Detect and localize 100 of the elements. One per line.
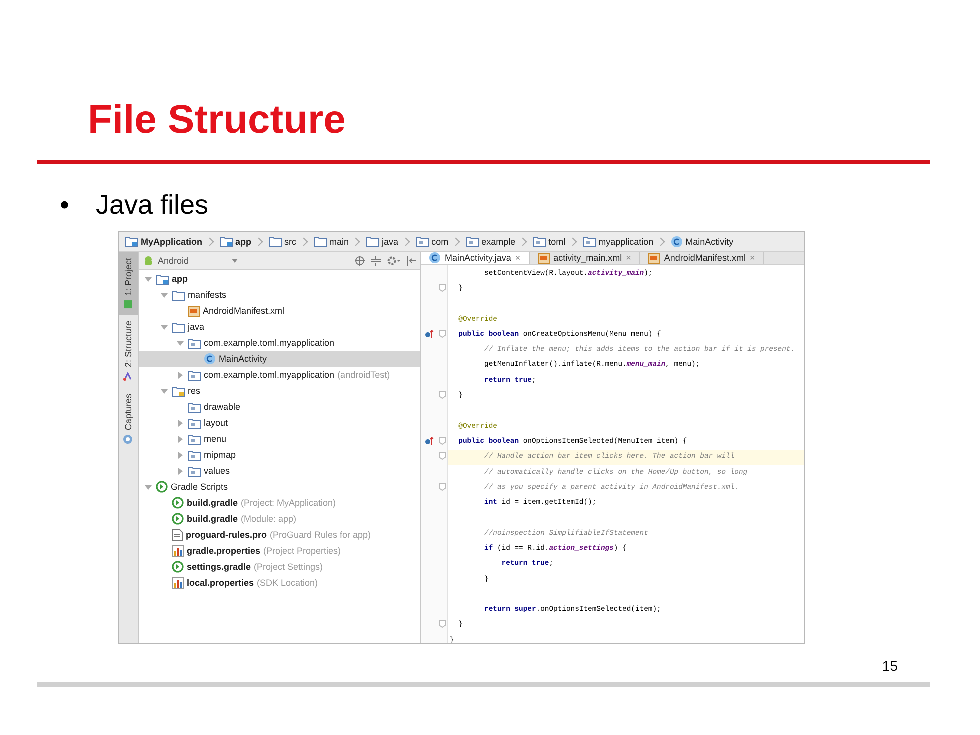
tree-item[interactable]: AndroidManifest.xml	[139, 303, 420, 319]
tree-item-label: MainActivity	[219, 354, 268, 364]
xml-file-icon	[648, 252, 660, 264]
tree-item-label: proguard-rules.pro	[186, 530, 268, 540]
package-folder-icon	[466, 236, 479, 247]
collapsed-arrow-icon[interactable]	[176, 468, 184, 474]
fold-marker-icon[interactable]	[439, 482, 446, 491]
bullet-text: Java files	[96, 189, 209, 222]
properties-file-icon	[172, 577, 184, 589]
breadcrumb[interactable]: main	[312, 236, 350, 247]
tree-item-label: build.gradle	[187, 498, 238, 508]
expanded-arrow-icon[interactable]	[160, 324, 168, 330]
caret-icon	[232, 258, 238, 262]
override-marker-icon[interactable]	[425, 436, 434, 445]
expanded-arrow-icon[interactable]	[144, 484, 152, 490]
tree-item-hint: (Project Properties)	[264, 546, 342, 556]
fold-marker-icon[interactable]	[439, 620, 446, 628]
package-folder-icon	[532, 236, 546, 247]
module-folder-icon	[220, 236, 233, 247]
tree-item[interactable]: menu	[139, 431, 420, 447]
android-icon	[143, 255, 154, 266]
package-folder-icon	[188, 450, 201, 460]
tree-item[interactable]: app	[139, 271, 420, 287]
collapsed-arrow-icon[interactable]	[176, 452, 184, 458]
tree-item[interactable]: build.gradle (Project: MyApplication)	[139, 495, 420, 511]
breadcrumb[interactable]: myapplication	[582, 236, 655, 247]
tree-item[interactable]: local.properties (SDK Location)	[139, 575, 420, 591]
expanded-arrow-icon[interactable]	[144, 276, 152, 282]
editor-tab[interactable]: MainActivity.java ×	[421, 252, 530, 264]
override-marker-icon[interactable]	[425, 330, 434, 338]
package-folder-icon	[582, 236, 596, 247]
tree-item-label: app	[172, 274, 188, 284]
tree-item[interactable]: Gradle Scripts	[139, 479, 420, 495]
package-folder-icon	[188, 434, 201, 444]
tree-item-label: drawable	[204, 402, 241, 412]
editor-tab[interactable]: activity_main.xml ×	[530, 252, 640, 264]
resource-folder-icon	[172, 386, 185, 396]
breadcrumb[interactable]: java	[365, 236, 400, 247]
breadcrumb[interactable]: src	[268, 236, 298, 247]
tree-item-label: gradle.properties	[187, 546, 261, 556]
xml-file-icon	[188, 306, 200, 316]
tree-item-hint: (Module: app)	[241, 514, 297, 524]
module-folder-icon	[125, 236, 138, 247]
class-icon	[429, 252, 441, 264]
page-number: 15	[882, 658, 898, 674]
tree-item-label: local.properties	[187, 578, 254, 588]
folder-icon	[268, 236, 282, 247]
tree-item[interactable]: com.example.toml.myapplication (androidTest)	[139, 367, 420, 383]
gear-icon[interactable]	[387, 256, 401, 266]
collapsed-arrow-icon[interactable]	[176, 436, 184, 442]
collapsed-arrow-icon[interactable]	[176, 372, 184, 378]
tree-item[interactable]: manifests	[139, 287, 420, 303]
breadcrumb[interactable]: MainActivity	[670, 236, 735, 248]
breadcrumb[interactable]: app	[218, 236, 253, 247]
expanded-arrow-icon[interactable]	[176, 340, 184, 346]
tree-item[interactable]: proguard-rules.pro (ProGuard Rules for app)	[139, 527, 420, 543]
collapsed-arrow-icon[interactable]	[176, 420, 184, 426]
fold-marker-icon[interactable]	[439, 330, 446, 338]
tree-item-label: values	[204, 466, 230, 476]
tree-item-label: Gradle Scripts	[171, 482, 228, 492]
breadcrumb[interactable]: MyApplication	[124, 236, 204, 247]
tree-item[interactable]: values	[139, 463, 420, 479]
crosshair-icon[interactable]	[355, 256, 365, 266]
tree-item-label: com.example.toml.myapplication	[204, 338, 335, 348]
tree-item[interactable]: com.example.toml.myapplication	[139, 335, 420, 351]
tree-item-label: manifests	[188, 290, 227, 300]
package-folder-icon	[188, 418, 201, 428]
package-folder-icon	[188, 466, 201, 476]
folder-icon	[366, 236, 380, 247]
tool-window-tab[interactable]: Captures	[119, 388, 138, 450]
camera-icon	[124, 434, 134, 444]
breadcrumb[interactable]: example	[464, 236, 517, 247]
tree-item-hint: (Project Settings)	[254, 562, 324, 572]
tree-item[interactable]: java	[139, 319, 420, 335]
fold-marker-icon[interactable]	[439, 452, 446, 460]
expanded-arrow-icon[interactable]	[160, 388, 168, 394]
tree-item[interactable]: mipmap	[139, 447, 420, 463]
tree-item[interactable]: layout	[139, 415, 420, 431]
close-button[interactable]: ×	[515, 253, 521, 263]
expanded-arrow-icon[interactable]	[160, 292, 168, 298]
editor-tab[interactable]: AndroidManifest.xml ×	[640, 252, 764, 264]
breadcrumb[interactable]: toml	[532, 236, 567, 247]
tree-item[interactable]: res	[139, 383, 420, 399]
fold-marker-icon[interactable]	[439, 391, 446, 400]
tree-item[interactable]: drawable	[139, 399, 420, 415]
package-folder-icon	[188, 370, 201, 380]
tool-window-tab[interactable]: 2: Structure	[119, 315, 138, 388]
tree-item-hint: (ProGuard Rules for app)	[270, 530, 372, 540]
fold-marker-icon[interactable]	[439, 284, 446, 292]
tree-item[interactable]: MainActivity	[139, 351, 420, 367]
tool-window-tab[interactable]: 1: Project	[119, 252, 138, 316]
tree-item[interactable]: settings.gradle (Project Settings)	[139, 559, 420, 575]
tree-item-label: layout	[204, 418, 228, 428]
tree-item[interactable]: gradle.properties (Project Properties)	[139, 543, 420, 559]
package-folder-icon	[188, 338, 201, 348]
tree-item[interactable]: build.gradle (Module: app)	[139, 511, 420, 527]
breadcrumb[interactable]: com	[414, 236, 450, 247]
split-lines-icon[interactable]	[371, 256, 381, 266]
fold-marker-icon[interactable]	[439, 436, 446, 445]
hide-panel-icon[interactable]	[407, 256, 416, 266]
